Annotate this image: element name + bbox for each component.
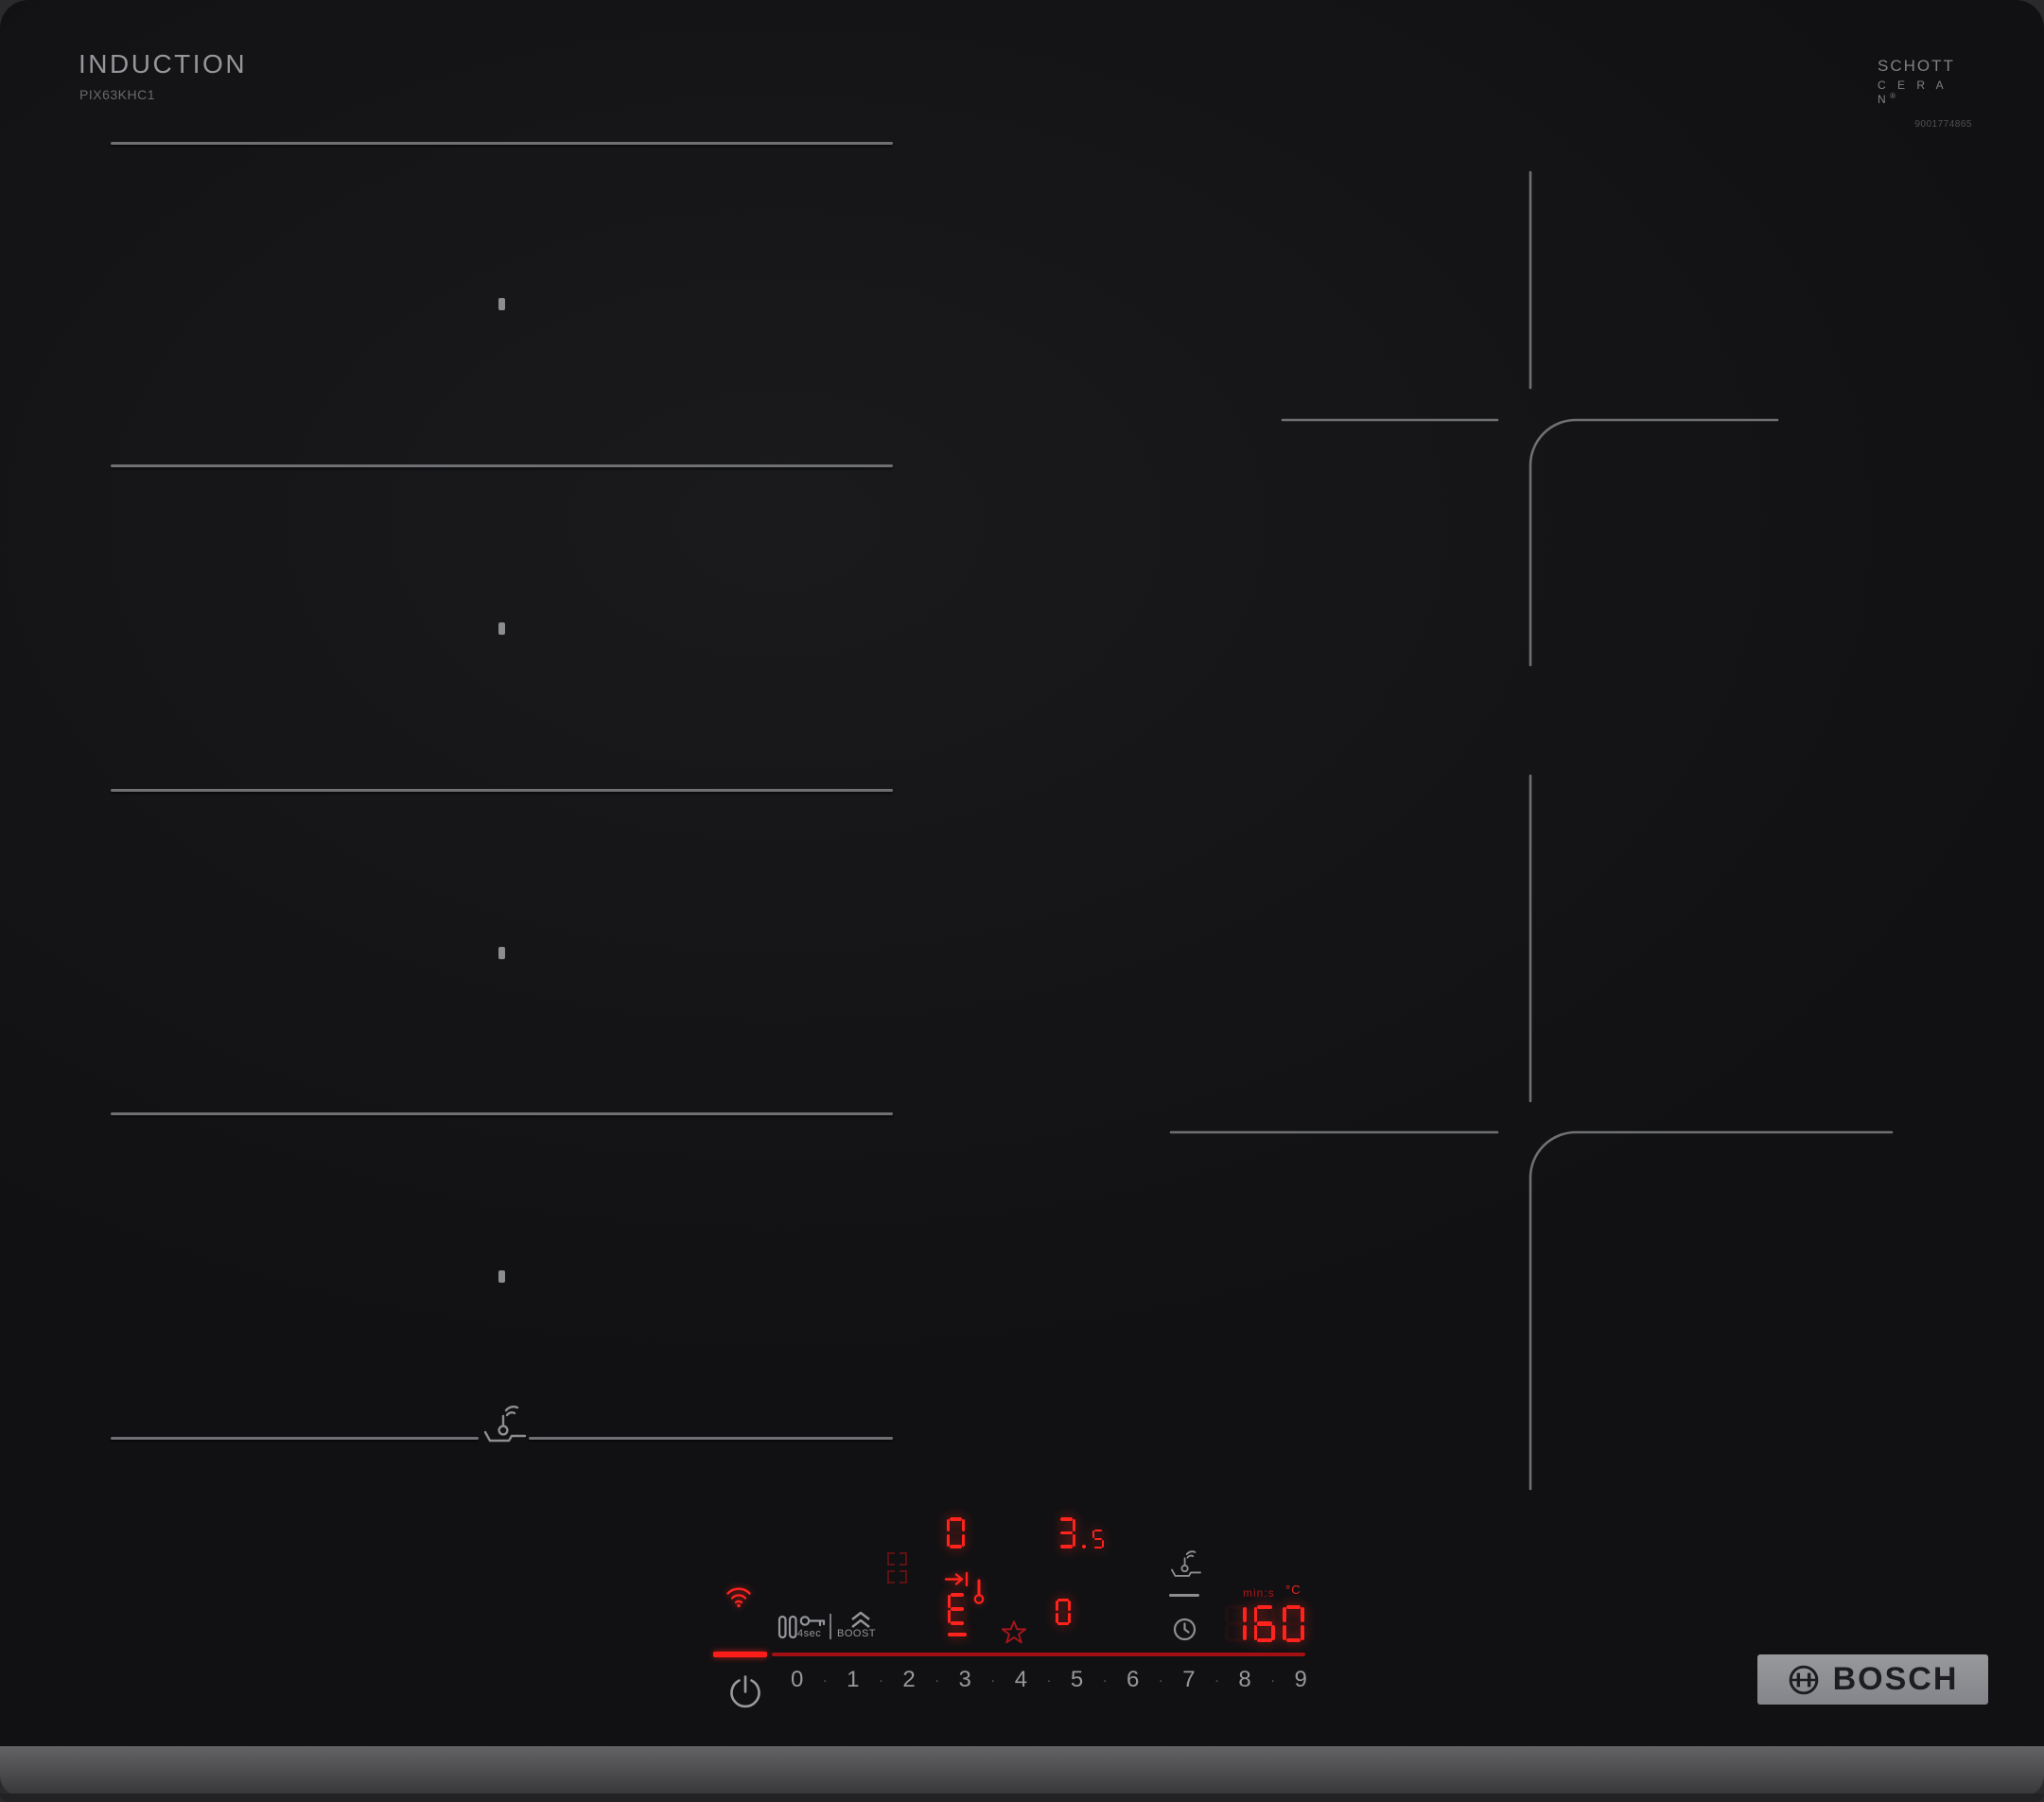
power-level-separator: · xyxy=(822,1671,828,1688)
power-level-scale[interactable]: 0 · 1 · 2 · 3 · 4 · 5 · 6 · 7 · 8 · 9 xyxy=(791,1665,1307,1695)
power-level-2[interactable]: 2 xyxy=(902,1669,915,1691)
flex-indicator-underscore xyxy=(948,1633,967,1636)
timer-select-display[interactable] xyxy=(1056,1599,1072,1625)
power-level-separator: · xyxy=(878,1671,883,1688)
power-level-separator: · xyxy=(1214,1671,1219,1688)
power-level-separator: · xyxy=(1102,1671,1108,1688)
key-icon[interactable] xyxy=(799,1613,828,1629)
pause-bars-icon[interactable] xyxy=(777,1615,798,1639)
power-level-separator: · xyxy=(1270,1671,1276,1688)
childlock-label[interactable]: 4sec xyxy=(797,1628,821,1639)
power-level-8[interactable]: 8 xyxy=(1238,1669,1250,1691)
bosch-armature-icon xyxy=(1789,1665,1818,1694)
power-level-1[interactable]: 1 xyxy=(847,1669,859,1691)
hob-front-edge xyxy=(0,1746,2044,1796)
zone-select-brackets xyxy=(887,1552,907,1583)
timer-unit-time: min:s xyxy=(1243,1586,1275,1600)
double-chevron-up-icon[interactable] xyxy=(847,1611,874,1629)
clock-icon[interactable] xyxy=(1172,1617,1197,1642)
power-level-4[interactable]: 4 xyxy=(1015,1669,1027,1691)
hob-front-edge-shadow xyxy=(0,1793,2044,1802)
flex-zone-level-display[interactable] xyxy=(947,1517,966,1548)
boost-label[interactable]: BOOST xyxy=(837,1628,876,1639)
power-level-6[interactable]: 6 xyxy=(1127,1669,1139,1691)
power-level-0[interactable]: 0 xyxy=(791,1669,803,1691)
power-level-separator: · xyxy=(935,1671,940,1688)
star-icon[interactable] xyxy=(1001,1619,1027,1645)
power-level-7[interactable]: 7 xyxy=(1182,1669,1195,1691)
sensor-divider-line xyxy=(1169,1594,1199,1597)
power-standby-icon[interactable] xyxy=(726,1672,764,1710)
power-level-separator: · xyxy=(1046,1671,1052,1688)
arrow-to-bar-icon xyxy=(944,1571,969,1587)
thermometer-icon xyxy=(973,1579,985,1604)
power-level-3[interactable]: 3 xyxy=(959,1669,971,1691)
timer-unit-temp: °C xyxy=(1285,1583,1302,1597)
bosch-logo-badge: BOSCH xyxy=(1757,1654,1988,1705)
slider-track[interactable] xyxy=(772,1653,1305,1656)
slider-active-segment[interactable] xyxy=(713,1652,767,1657)
power-level-9[interactable]: 9 xyxy=(1295,1669,1307,1691)
pan-thermometer-wireless-icon[interactable] xyxy=(1167,1549,1205,1581)
right-zone-level-display[interactable] xyxy=(1057,1517,1104,1548)
power-level-5[interactable]: 5 xyxy=(1071,1669,1083,1691)
power-level-separator: · xyxy=(990,1671,996,1688)
flex-indicator-display xyxy=(948,1593,967,1625)
right-zone-markings xyxy=(1169,170,1894,1491)
bosch-induction-hob: INDUCTION PIX63KHC1 SCHOTT C E R A N® 90… xyxy=(0,0,2044,1802)
control-divider xyxy=(830,1614,831,1639)
timer-value-display[interactable] xyxy=(1225,1605,1304,1642)
wifi-icon[interactable] xyxy=(725,1584,753,1608)
power-level-separator: · xyxy=(1158,1671,1163,1688)
bosch-wordmark: BOSCH xyxy=(1832,1661,1959,1697)
